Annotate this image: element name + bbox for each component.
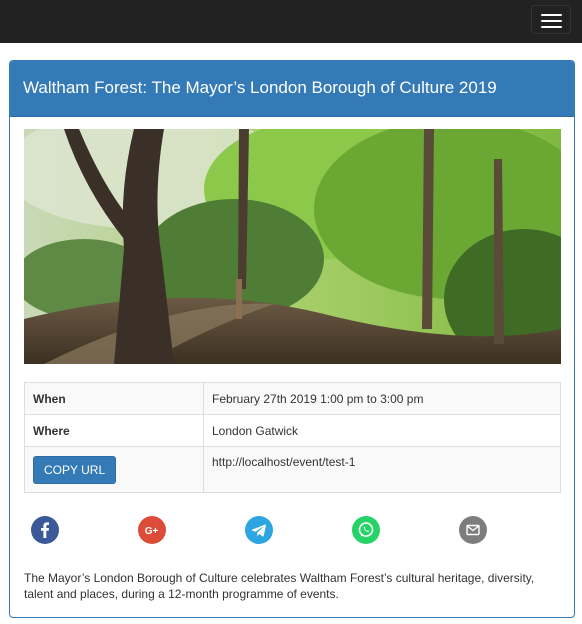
copy-url-cell: COPY URL [24, 446, 204, 493]
hamburger-menu-icon[interactable] [531, 5, 571, 34]
when-value: February 27th 2019 1:00 pm to 3:00 pm [203, 382, 561, 415]
share-buttons: G+ [31, 516, 551, 546]
google-plus-icon[interactable]: G+ [138, 516, 166, 544]
copy-url-button[interactable]: COPY URL [33, 455, 117, 484]
whatsapp-icon[interactable] [352, 516, 380, 544]
top-navbar [0, 0, 582, 43]
event-details-table: When February 27th 2019 1:00 pm to 3:00 … [24, 382, 561, 493]
email-icon[interactable] [459, 516, 487, 544]
when-label: When [24, 382, 204, 415]
table-row: When February 27th 2019 1:00 pm to 3:00 … [24, 382, 561, 415]
panel-heading: Waltham Forest: The Mayor’s London Borou… [10, 61, 574, 117]
telegram-icon[interactable] [245, 516, 273, 544]
event-panel: Waltham Forest: The Mayor’s London Borou… [9, 60, 575, 618]
where-value: London Gatwick [203, 414, 561, 447]
event-url: http://localhost/event/test-1 [203, 446, 561, 493]
svg-text:G+: G+ [145, 526, 159, 537]
table-row: Where London Gatwick [24, 414, 561, 447]
where-label: Where [24, 414, 204, 447]
event-photo [24, 129, 561, 364]
facebook-icon[interactable] [31, 516, 59, 544]
table-row: COPY URL http://localhost/event/test-1 [24, 446, 561, 493]
event-description: The Mayor’s London Borough of Culture ce… [24, 571, 535, 601]
event-title: Waltham Forest: The Mayor’s London Borou… [23, 78, 497, 97]
